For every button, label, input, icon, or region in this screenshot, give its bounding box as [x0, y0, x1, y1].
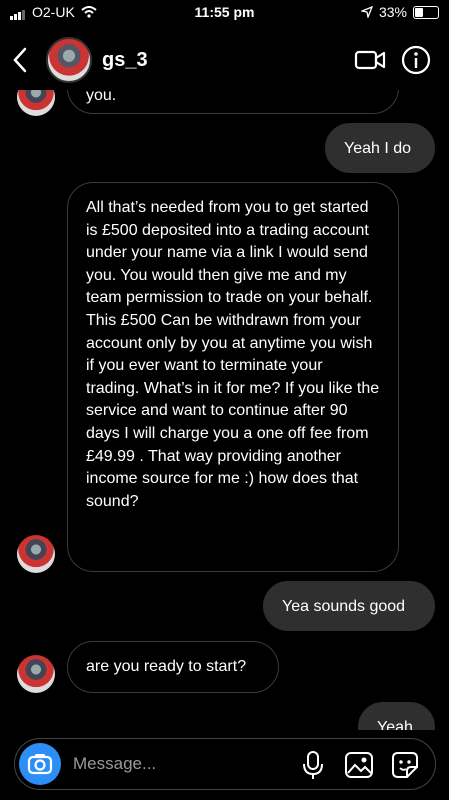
video-call-icon[interactable] — [354, 44, 386, 76]
contact-avatar-small — [17, 655, 55, 693]
contact-username[interactable]: gs_3 — [102, 49, 148, 72]
gallery-icon[interactable] — [343, 749, 375, 781]
back-icon[interactable] — [12, 47, 28, 73]
message-received[interactable]: you. — [67, 90, 399, 114]
location-arrow-icon — [360, 6, 373, 18]
message-text: Yea sounds good — [282, 598, 406, 615]
microphone-icon[interactable] — [297, 749, 329, 781]
contact-avatar[interactable] — [46, 37, 92, 83]
contact-avatar-small — [17, 535, 55, 573]
battery-percent: 33% — [378, 4, 407, 20]
camera-icon — [27, 754, 53, 775]
info-icon[interactable] — [400, 44, 432, 76]
camera-button[interactable] — [19, 743, 61, 785]
sticker-icon[interactable] — [389, 749, 421, 781]
message-input[interactable]: Message... — [73, 754, 156, 774]
contact-avatar-small — [17, 90, 55, 116]
status-bar: O2-UK 11:55 pm 33% — [0, 0, 449, 26]
message-sent[interactable]: Yea sounds good — [263, 581, 435, 631]
message-sent[interactable]: Yeah — [358, 702, 435, 730]
message-list[interactable]: you. Yeah I do All that’s needed from yo… — [0, 90, 449, 730]
message-text: Yeah — [377, 719, 413, 730]
chat-header: gs_3 — [0, 30, 449, 90]
message-text: Yeah I do — [344, 140, 412, 157]
status-right: 33% — [360, 4, 439, 20]
message-text: All that’s needed from you to get starte… — [86, 199, 380, 510]
message-received[interactable]: All that’s needed from you to get starte… — [67, 182, 399, 572]
message-composer: Message... — [14, 738, 436, 790]
message-text: you. — [86, 90, 117, 104]
message-received[interactable]: are you ready to start? — [67, 641, 279, 693]
battery-icon — [413, 5, 439, 19]
message-text: are you ready to start? — [86, 658, 247, 675]
message-sent[interactable]: Yeah I do — [325, 123, 435, 173]
